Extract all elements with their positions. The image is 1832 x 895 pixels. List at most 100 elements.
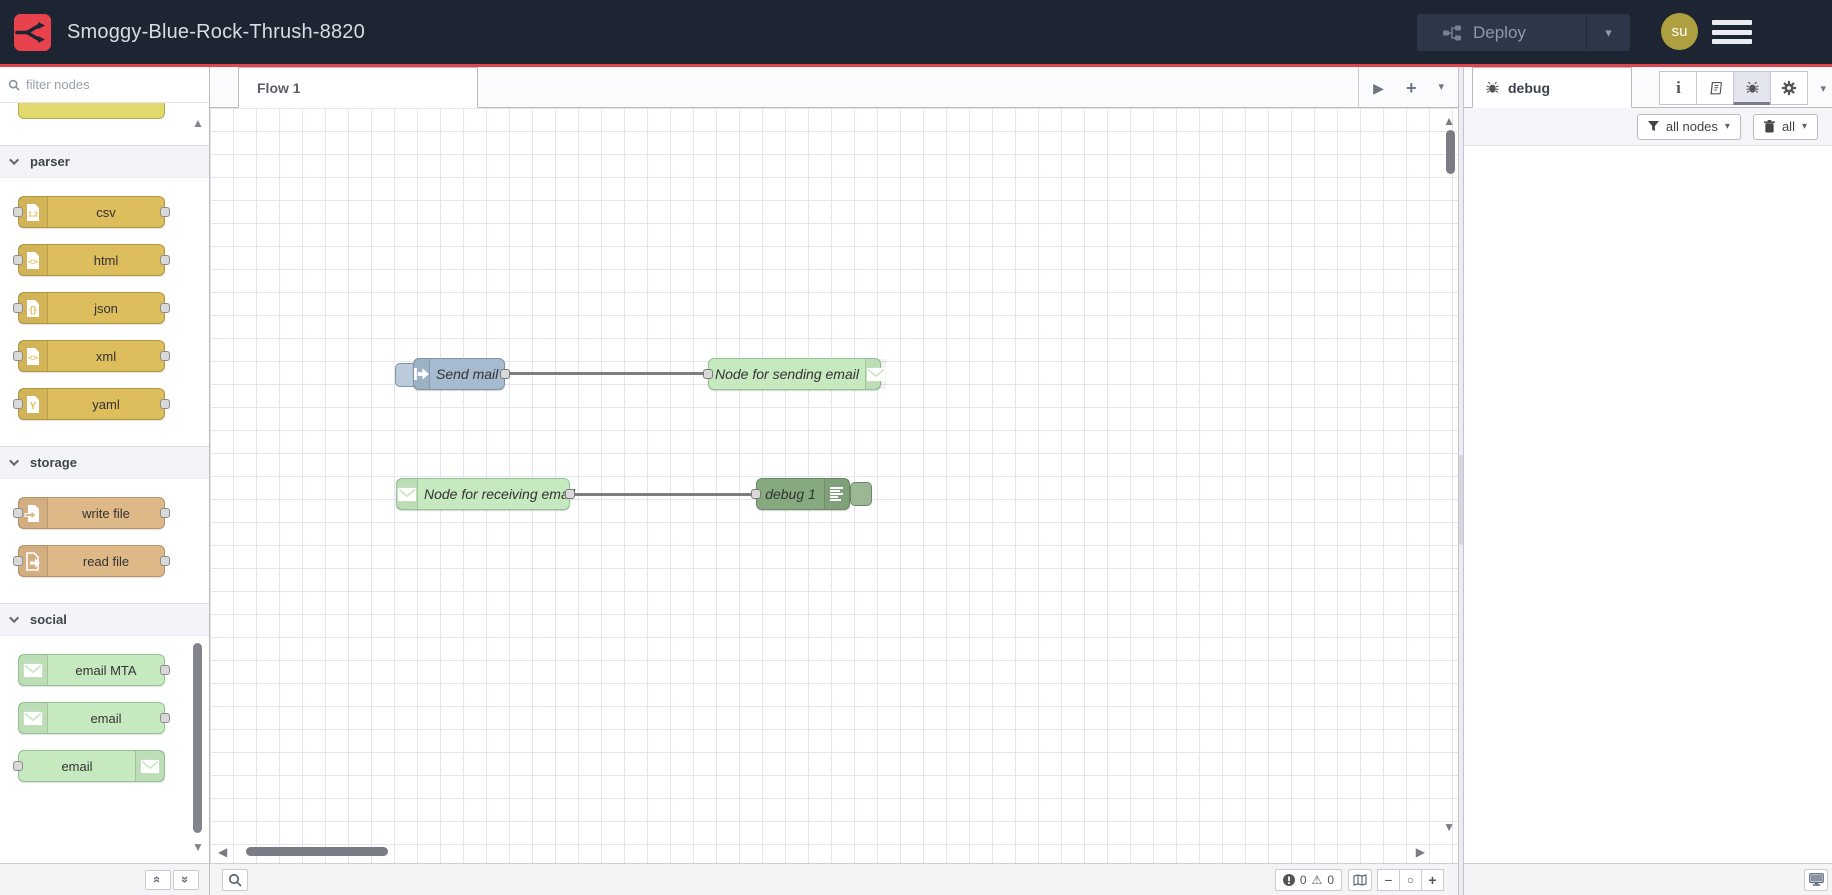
node-port-input[interactable] [13, 255, 23, 265]
debug-filter-row: all nodes ▾ all ▾ [1464, 108, 1832, 146]
palette-node-email-mta[interactable]: email MTA [18, 654, 170, 686]
search-icon [8, 79, 20, 91]
add-flow-button[interactable]: + [1406, 79, 1417, 97]
xml-icon: <> [19, 341, 48, 371]
canvas-node-debug-1[interactable]: debug 1 [756, 478, 850, 510]
palette-node-partial[interactable] [18, 103, 165, 119]
node-port-output[interactable] [500, 369, 510, 379]
canvas-scroll-right-icon[interactable]: ▶ [1416, 846, 1425, 858]
node-port-output[interactable] [565, 489, 575, 499]
double-chevron-down-icon: » [178, 875, 194, 884]
envelope-icon [135, 751, 164, 781]
palette-node-email-in[interactable]: email [18, 702, 170, 734]
sidebar-header: debug i ▾ [1464, 67, 1832, 108]
palette-scrollbar-thumb[interactable] [193, 643, 202, 833]
palette-category-parser[interactable]: parser [0, 145, 209, 178]
html-icon: <> [19, 245, 48, 275]
zoom-out-button[interactable]: − [1377, 868, 1400, 891]
debug-messages-panel[interactable] [1464, 146, 1832, 863]
navigator-button[interactable] [1348, 868, 1372, 891]
node-port-input[interactable] [751, 489, 761, 499]
canvas-vscrollbar-thumb[interactable] [1446, 130, 1455, 174]
tab-config-button[interactable] [1770, 71, 1809, 105]
tab-help-button[interactable] [1696, 71, 1735, 105]
sidebar-separator[interactable] [1458, 67, 1464, 895]
debug-clear-button[interactable]: all ▾ [1752, 113, 1818, 140]
tab-flow-1[interactable]: Flow 1 [238, 67, 478, 108]
node-port-output[interactable] [160, 665, 170, 675]
search-flows-button[interactable] [222, 868, 248, 891]
palette-category-storage[interactable]: storage [0, 446, 209, 479]
flow-canvas[interactable]: Send mail Node for sending email Node fo… [210, 108, 1458, 863]
debug-enable-toggle[interactable] [850, 482, 872, 506]
node-port-input[interactable] [13, 399, 23, 409]
palette-node-yaml[interactable]: Y yaml [13, 388, 170, 420]
node-port-output[interactable] [160, 351, 170, 361]
separator-drag-handle[interactable] [1459, 455, 1463, 545]
node-port-input[interactable] [703, 369, 713, 379]
palette-search[interactable] [0, 67, 209, 103]
debug-filter-button[interactable]: all nodes ▾ [1636, 113, 1741, 140]
user-avatar[interactable]: su [1661, 13, 1698, 50]
canvas-scroll-left-icon[interactable]: ◀ [218, 846, 227, 858]
sidebar-toolbar: i ▾ [1659, 71, 1826, 105]
node-port-output[interactable] [160, 508, 170, 518]
palette-node-html[interactable]: <> html [13, 244, 170, 276]
expand-all-categories-button[interactable]: » [173, 869, 199, 890]
double-chevron-up-icon: « [150, 875, 166, 884]
palette-scrollbar[interactable]: ▲ ▼ [192, 103, 204, 863]
palette-category-social[interactable]: social [0, 603, 209, 636]
header: Smoggy-Blue-Rock-Thrush-8820 Deploy ▾ su [0, 0, 1832, 67]
zoom-controls: − ○ + [1377, 868, 1444, 891]
scroll-up-icon[interactable]: ▲ [192, 117, 204, 129]
palette-footer: « » [0, 863, 209, 895]
warning-count: 0 [1327, 872, 1334, 887]
node-port-input[interactable] [13, 303, 23, 313]
notifications-box[interactable]: 0 ⚠ 0 [1274, 868, 1342, 891]
collapse-all-categories-button[interactable]: « [145, 869, 171, 890]
trash-icon [1763, 120, 1775, 133]
node-port-output[interactable] [160, 255, 170, 265]
node-port-input[interactable] [13, 556, 23, 566]
main-menu-button[interactable] [1712, 20, 1752, 44]
node-port-output[interactable] [160, 713, 170, 723]
canvas-node-send-mail[interactable]: Send mail [413, 358, 505, 390]
node-port-input[interactable] [13, 207, 23, 217]
canvas-node-receiving-email[interactable]: Node for receiving email [396, 478, 575, 510]
palette-scroll-area[interactable]: parser 1,2 csv <> html {} json <> xml Y … [0, 103, 209, 863]
scroll-down-icon[interactable]: ▼ [192, 841, 204, 853]
node-port-output[interactable] [160, 556, 170, 566]
canvas-node-sending-email[interactable]: Node for sending email [708, 358, 886, 390]
palette-node-email-out[interactable]: email [13, 750, 165, 782]
node-port-input[interactable] [13, 508, 23, 518]
canvas-hscrollbar-thumb[interactable] [246, 847, 388, 856]
palette-node-xml[interactable]: <> xml [13, 340, 170, 372]
deploy-button[interactable]: Deploy ▾ [1417, 14, 1630, 51]
zoom-reset-button[interactable]: ○ [1399, 868, 1422, 891]
wire-send-mail-to-email[interactable] [505, 372, 708, 375]
node-port-input[interactable] [13, 351, 23, 361]
node-port-output[interactable] [160, 303, 170, 313]
canvas-scroll-down-icon[interactable]: ▼ [1443, 821, 1455, 833]
filter-nodes-input[interactable] [26, 77, 202, 92]
palette-node-json[interactable]: {} json [13, 292, 170, 324]
node-port-input[interactable] [13, 761, 23, 771]
deploy-options-caret[interactable]: ▾ [1586, 14, 1630, 51]
tabbar-tools: ▶ + ▾ [1358, 67, 1458, 108]
canvas-scroll-up-icon[interactable]: ▲ [1443, 115, 1455, 127]
open-debug-window-button[interactable] [1804, 868, 1828, 891]
node-port-output[interactable] [160, 207, 170, 217]
svg-text:<>: <> [28, 353, 38, 362]
flow-list-caret[interactable]: ▾ [1438, 82, 1444, 93]
wire-email-to-debug[interactable] [570, 493, 756, 496]
sidebar-options-caret[interactable]: ▾ [1820, 82, 1826, 95]
zoom-in-button[interactable]: + [1421, 868, 1444, 891]
tab-debug[interactable]: debug [1472, 67, 1632, 108]
palette-node-csv[interactable]: 1,2 csv [13, 196, 170, 228]
tab-debug-button[interactable] [1733, 71, 1772, 105]
next-tab-icon[interactable]: ▶ [1373, 81, 1384, 95]
palette-node-read-file[interactable]: read file [13, 545, 170, 577]
node-port-output[interactable] [160, 399, 170, 409]
palette-node-write-file[interactable]: write file [13, 497, 170, 529]
tab-info-button[interactable]: i [1659, 71, 1698, 105]
